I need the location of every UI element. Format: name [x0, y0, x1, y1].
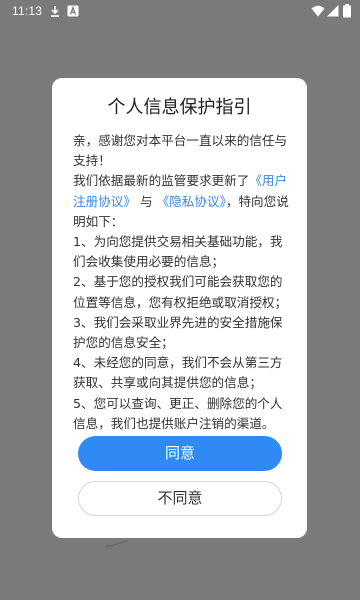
wifi-icon [311, 3, 325, 17]
point-2: 2、基于您的授权我们可能会获取您的位置等信息，您有权拒绝或取消授权； [73, 274, 288, 310]
dialog-body: 亲，感谢您对本平台一直以来的信任与支持！ 我们依据最新的监管要求更新了《用户注册… [73, 131, 292, 434]
dialog-title: 个人信息保护指引 [107, 97, 252, 118]
signal-icon [326, 3, 340, 17]
intro-prefix: 我们依据最新的监管要求更新了 [73, 173, 250, 189]
status-bar: 11:13 [0, 0, 360, 22]
intro-paragraph: 我们依据最新的监管要求更新了《用户注册协议》 与 《隐私协议》，特向您说明如下： [73, 171, 292, 232]
point-1: 1、为向您提供交易相关基础功能，我们会收集使用必要的信息； [73, 234, 283, 270]
conjunction-text: 与 [139, 193, 153, 209]
point-5: 5、您可以查询、更正、删除您的个人信息，我们也提供账户注销的渠道。 [73, 395, 283, 431]
point-3: 3、我们会采取业界先进的安全措施保护您的信息安全； [73, 314, 283, 351]
privacy-policy-link[interactable]: 《隐私协议》 [157, 194, 226, 209]
app-notification-icon [66, 3, 80, 17]
battery-icon [342, 3, 352, 18]
disagree-button[interactable]: 不同意 [78, 481, 282, 516]
agree-button[interactable]: 同意 [78, 436, 282, 471]
download-icon [48, 3, 62, 17]
point-4: 4、未经您的同意，我们不会从第三方获取、共享或向其提供您的信息； [73, 355, 283, 391]
background-mark [105, 540, 129, 548]
greeting-text: 亲，感谢您对本平台一直以来的信任与支持！ [73, 133, 288, 169]
privacy-dialog: 个人信息保护指引 亲，感谢您对本平台一直以来的信任与支持！ 我们依据最新的监管要… [52, 78, 307, 538]
status-time: 11:13 [12, 4, 43, 18]
